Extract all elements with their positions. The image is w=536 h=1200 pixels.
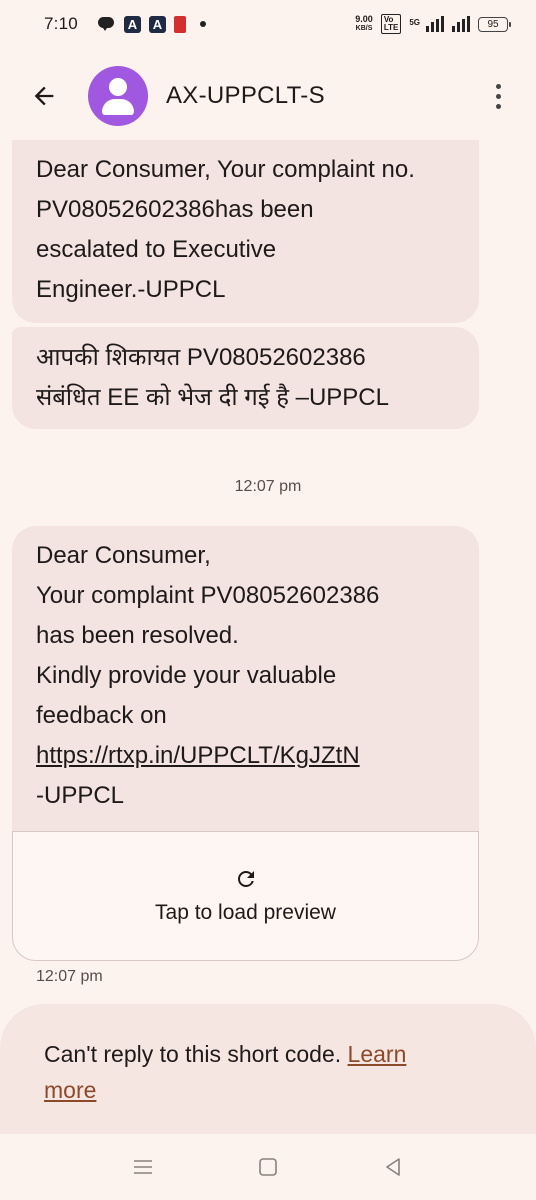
arrow-back-icon [34,86,54,106]
more-options-button[interactable] [488,78,508,114]
message-text: escalated to Executive [36,236,277,263]
recents-button[interactable] [123,1147,163,1187]
cannot-reply-notice: Can't reply to this short code. Learn mo… [0,1004,536,1134]
message-text: संबंधित EE को भेज दी गई है –UPPCL [36,384,389,411]
menu-icon [133,1160,152,1174]
home-square-icon [259,1158,277,1176]
back-button[interactable] [24,76,64,116]
app-a-icon: A [123,15,141,33]
message-text: Kindly provide your valuable [36,662,337,689]
refresh-icon [234,867,258,891]
red-app-icon [173,15,186,33]
message-text: has been resolved. [36,622,239,649]
learn-more-link[interactable]: Learn [348,1041,407,1067]
conversation-header: AX-UPPCLT-S [0,56,536,136]
message-text: Dear Consumer, Your complaint no. [36,156,415,183]
triangle-back-icon [386,1158,401,1176]
system-status-icons: 9.00 KB/S Vo LTE 5G 95 [355,14,511,34]
message-text: Engineer.-UPPCL [36,276,226,303]
contact-avatar[interactable] [88,66,148,126]
chat-bubble-icon [97,17,116,31]
signal-strength-icon [426,16,444,32]
message-text: आपकी शिकायत PV08052602386 [36,344,366,371]
battery-icon: 95 [478,16,511,32]
home-button[interactable] [248,1147,288,1187]
message-timestamp: 12:07 pm [36,968,103,985]
message-bubble[interactable]: Dear Consumer, Your complaint no. PV0805… [12,140,479,323]
status-bar: 7:10 A A 9.00 KB/S Vo LTE 5G 95 [0,0,536,48]
network-speed: 9.00 KB/S [355,14,373,33]
battery-level: 95 [487,18,499,30]
notice-text: Can't reply to this short code. [44,1041,348,1067]
message-text: Dear Consumer, [36,542,211,569]
volte-icon: Vo LTE [380,14,402,34]
more-notifications-dot-icon [199,21,206,27]
message-text: feedback on [36,702,167,729]
app-a-icon-2: A [148,15,166,33]
message-timestamp: 12:07 pm [234,478,302,495]
learn-more-link-2[interactable]: more [44,1077,96,1103]
message-bubble[interactable]: Dear Consumer, Your complaint PV08052602… [12,526,479,831]
notification-icons: A A [97,15,206,33]
status-time: 7:10 [44,14,78,33]
back-nav-button[interactable] [373,1147,413,1187]
message-text: Your complaint PV08052602386 [36,582,380,609]
network-type: 5G [409,18,420,27]
load-preview-button[interactable]: Tap to load preview [12,831,479,961]
preview-label: Tap to load preview [155,901,336,924]
message-bubble[interactable]: आपकी शिकायत PV08052602386 संबंधित EE को … [12,327,479,429]
system-nav-bar [0,1134,536,1200]
signal-strength-icon-2 [452,16,470,32]
person-icon [109,78,127,96]
feedback-link[interactable]: https://rtxp.in/UPPCLT/KgJZtN [36,736,455,776]
message-text: PV08052602386has been [36,196,314,223]
more-vert-icon [495,83,501,89]
message-signature: -UPPCL [36,782,125,809]
contact-name[interactable]: AX-UPPCLT-S [166,82,325,110]
